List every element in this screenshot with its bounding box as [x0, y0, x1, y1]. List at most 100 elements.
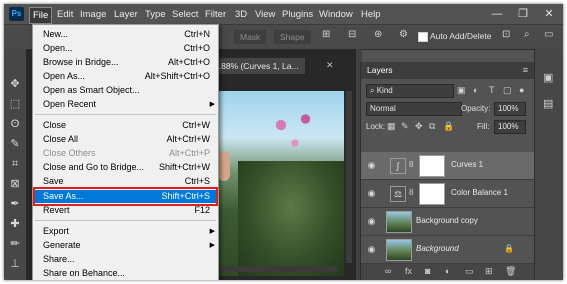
layer-mask-thumbnail[interactable]	[419, 155, 445, 177]
blend-mode-select[interactable]: Normal	[366, 102, 462, 116]
filter-toggle-icon[interactable]: ●	[519, 85, 524, 95]
lock-all-icon[interactable]: 🔒	[443, 121, 454, 132]
vertical-scrollbar[interactable]	[346, 91, 352, 263]
menu-select[interactable]: Select	[169, 7, 201, 22]
menu-item-close-all[interactable]: Close All Alt+Ctrl+W	[33, 133, 218, 146]
workspace-icon[interactable]: ▭	[544, 29, 553, 40]
close-tab-icon[interactable]: ✕	[326, 60, 334, 71]
frame-tool-icon[interactable]: ⊠	[8, 177, 22, 191]
color-balance-adjustment-icon[interactable]: ⚖	[390, 186, 406, 202]
filter-type-icon[interactable]: T	[489, 85, 495, 95]
lock-transparency-icon[interactable]: ▦	[387, 121, 396, 132]
healing-brush-tool-icon[interactable]: ✚	[8, 217, 22, 231]
layer-thumbnail[interactable]	[386, 211, 412, 233]
menu-view[interactable]: View	[252, 7, 278, 22]
menu-layer[interactable]: Layer	[111, 7, 141, 22]
eye-icon[interactable]: ◉	[366, 160, 377, 171]
add-mask-icon[interactable]: ◙	[425, 266, 430, 276]
shape-button[interactable]: Shape	[274, 30, 311, 44]
menu-item-open[interactable]: Open... Ctrl+O	[33, 42, 218, 55]
layer-name[interactable]: Curves 1	[451, 160, 483, 169]
minimize-icon[interactable]: —	[484, 5, 510, 23]
quick-select-tool-icon[interactable]: ✎	[8, 137, 22, 151]
menu-type[interactable]: Type	[142, 7, 169, 22]
marquee-tool-icon[interactable]: ⬚	[8, 97, 22, 111]
restore-icon[interactable]: ❐	[510, 5, 536, 23]
path-operations-icon[interactable]: ⊞	[322, 29, 330, 40]
new-group-icon[interactable]: ▭	[465, 266, 474, 277]
move-tool-icon[interactable]: ✥	[8, 77, 22, 91]
layer-name[interactable]: Background	[416, 244, 459, 253]
image-canvas[interactable]	[218, 91, 344, 276]
new-layer-icon[interactable]: ⊞	[485, 266, 493, 277]
new-adjustment-layer-icon[interactable]: ◐	[445, 266, 450, 276]
crop-tool-icon[interactable]: ⌗	[8, 157, 22, 171]
link-layers-icon[interactable]: ∞	[385, 266, 391, 276]
menu-item-new[interactable]: New... Ctrl+N	[33, 28, 218, 41]
eye-icon[interactable]: ◉	[366, 188, 377, 199]
close-icon[interactable]: ✕	[536, 5, 562, 23]
menu-item-open-as[interactable]: Open As... Alt+Shift+Ctrl+O	[33, 70, 218, 83]
layers-panel-title[interactable]: Layers	[367, 62, 393, 79]
menu-item-open-as-smart-object[interactable]: Open as Smart Object...	[33, 84, 218, 97]
stamp-tool-icon[interactable]: ⊥	[8, 257, 22, 271]
path-alignment-icon[interactable]: ⊟	[348, 29, 356, 40]
horizontal-scrollbar[interactable]	[218, 266, 338, 272]
panel-dock-icon-2[interactable]: ▤	[543, 97, 553, 110]
menu-item-close[interactable]: Close Ctrl+W	[33, 119, 218, 132]
menu-edit[interactable]: Edit	[54, 7, 76, 22]
menu-help[interactable]: Help	[358, 7, 384, 22]
delete-layer-icon[interactable]: 🗑	[505, 266, 516, 277]
eyedropper-tool-icon[interactable]: ✒	[8, 197, 22, 211]
layer-row-background-copy[interactable]: ◉ Background copy	[361, 208, 534, 236]
menu-item-shortcut: Alt+Ctrl+P	[168, 148, 210, 158]
document-tab[interactable]: 5.88% (Curves 1, La...	[208, 58, 305, 74]
filter-adjustment-icon[interactable]: ◐	[473, 85, 478, 95]
menu-item-share-on-behance[interactable]: Share on Behance...	[33, 267, 218, 280]
layer-mask-thumbnail[interactable]	[419, 183, 445, 205]
menu-item-open-recent[interactable]: Open Recent ▶	[33, 98, 218, 111]
menu-filter[interactable]: Filter	[202, 7, 229, 22]
fx-icon[interactable]: fx	[405, 266, 412, 276]
layer-row-color-balance-1[interactable]: ◉ ⚖ 8 Color Balance 1	[361, 180, 534, 208]
path-arrangement-icon[interactable]: ⊛	[374, 29, 382, 40]
chain-link-icon[interactable]: 8	[409, 188, 413, 197]
eye-icon[interactable]: ◉	[366, 216, 377, 227]
menu-item-generate[interactable]: Generate ▶	[33, 239, 218, 252]
menu-item-export[interactable]: Export ▶	[33, 225, 218, 238]
chain-link-icon[interactable]: 8	[409, 160, 413, 169]
mask-button[interactable]: Mask	[234, 30, 267, 44]
menu-item-share[interactable]: Share...	[33, 253, 218, 266]
menu-item-close-and-go-to-bridge[interactable]: Close and Go to Bridge... Shift+Ctrl+W	[33, 161, 218, 174]
menu-window[interactable]: Window	[316, 7, 356, 22]
auto-add-delete-checkbox[interactable]	[418, 32, 428, 42]
panel-dock-icon[interactable]: ▣	[543, 71, 553, 84]
lock-pixels-icon[interactable]: ✎	[401, 121, 409, 132]
filter-shape-icon[interactable]: ▢	[503, 85, 512, 96]
align-edges-icon[interactable]: ⊡	[502, 29, 510, 40]
menu-image[interactable]: Image	[77, 7, 109, 22]
curves-adjustment-icon[interactable]: ∫	[390, 158, 406, 174]
menu-3d[interactable]: 3D	[232, 7, 250, 22]
panel-menu-icon[interactable]: ≡	[523, 65, 528, 75]
gear-icon[interactable]: ⚙	[399, 29, 408, 40]
brush-tool-icon[interactable]: ✏	[8, 237, 22, 251]
menu-item-shortcut: Shift+Ctrl+W	[158, 162, 210, 172]
menu-plugins[interactable]: Plugins	[279, 7, 316, 22]
layer-row-curves-1[interactable]: ◉ ∫ 8 Curves 1	[361, 152, 534, 180]
layer-row-background[interactable]: ◉ Background 🔒	[361, 236, 534, 264]
fill-input[interactable]: 100%	[494, 120, 526, 134]
menu-item-browse-in-bridge[interactable]: Browse in Bridge... Alt+Ctrl+O	[33, 56, 218, 69]
layer-name[interactable]: Color Balance 1	[451, 188, 508, 197]
lasso-tool-icon[interactable]: ʘ	[8, 117, 22, 131]
eye-icon[interactable]: ◉	[366, 244, 377, 255]
layer-name[interactable]: Background copy	[416, 216, 478, 225]
menu-file[interactable]: File	[29, 7, 53, 24]
lock-position-icon[interactable]: ✥	[415, 121, 423, 132]
opacity-input[interactable]: 100%	[494, 102, 526, 116]
search-icon[interactable]: ⌕	[524, 29, 530, 40]
filter-pixel-icon[interactable]: ▣	[457, 85, 466, 96]
layer-filter-kind-select[interactable]: ⌕ Kind	[366, 84, 454, 98]
layer-thumbnail[interactable]	[386, 239, 412, 261]
lock-artboard-icon[interactable]: ⧉	[429, 121, 435, 132]
